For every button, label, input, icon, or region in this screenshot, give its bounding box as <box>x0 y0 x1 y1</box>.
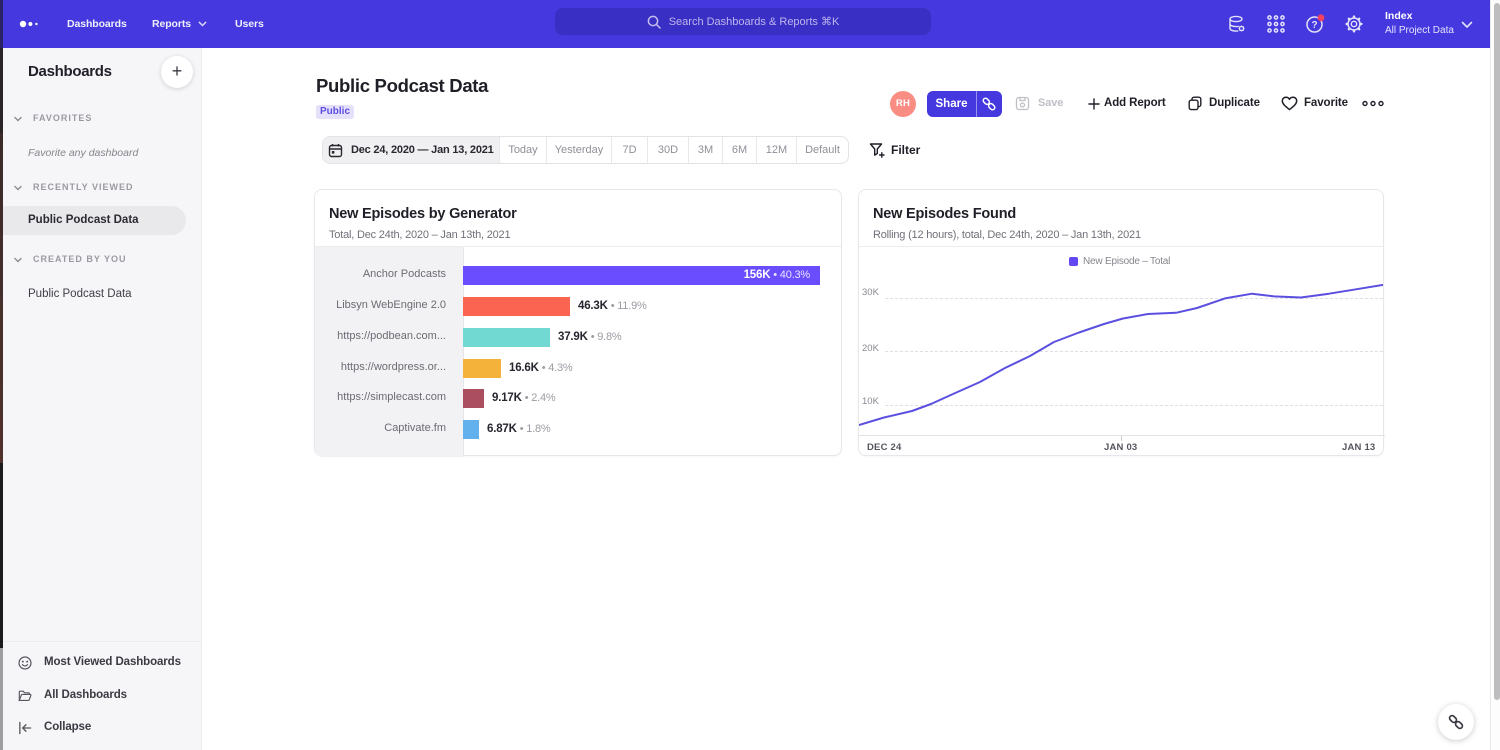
svg-text:?: ? <box>1311 20 1317 31</box>
